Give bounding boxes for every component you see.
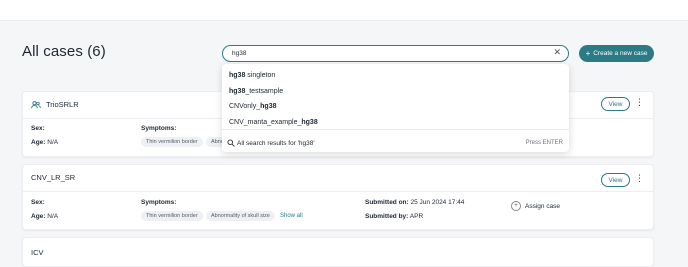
press-enter-hint: Press ENTER	[525, 140, 563, 146]
case-name: CNV_LR_SR	[31, 173, 76, 182]
case-name: TrioSRLR	[46, 100, 79, 109]
create-case-button[interactable]: + Create a new case	[579, 45, 654, 62]
dropdown-divider	[222, 129, 569, 130]
search-suggestion[interactable]: CNV_manta_example_hg38	[229, 119, 318, 126]
case-name: ICV	[31, 248, 44, 257]
case-card: CNV_LR_SR View ⋮ Sex: Age: N/A Symptoms:…	[22, 164, 654, 230]
search-input-value: hg38	[232, 50, 247, 57]
search-icon	[227, 139, 235, 147]
view-button[interactable]: View	[601, 97, 630, 111]
sex-label: Sex:	[31, 125, 45, 132]
search-dropdown: hg38 singleton hg38_testsample CNVonly_h…	[222, 64, 569, 152]
symptom-chip: Thin vermilion border	[141, 211, 203, 221]
close-icon[interactable]: ✕	[553, 48, 561, 57]
case-title[interactable]: CNV_LR_SR	[31, 173, 75, 182]
age-field: Age: N/A	[31, 213, 59, 220]
symptom-chip: Abnormality of skull size	[206, 211, 275, 221]
more-options-icon[interactable]: ⋮	[635, 174, 644, 183]
more-options-icon[interactable]: ⋮	[635, 98, 644, 107]
symptom-chip: Thin vermilion border	[141, 137, 203, 147]
all-results-label: All search results for 'hg38'	[237, 139, 315, 147]
symptoms-label: Symptoms:	[141, 199, 177, 206]
show-all-link[interactable]: Show all	[280, 213, 303, 219]
search-input[interactable]: hg38 ✕	[222, 45, 569, 62]
user-plus-icon: +	[511, 201, 521, 211]
all-results-link[interactable]: All search results for 'hg38'	[227, 139, 315, 147]
submitted-on: Submitted on: 25 Jun 2024 17:44	[365, 199, 465, 206]
card-divider	[23, 191, 653, 192]
age-field: Age: N/A	[31, 139, 59, 146]
group-icon	[31, 100, 41, 108]
search-suggestion[interactable]: CNVonly_hg38	[229, 103, 276, 110]
page-title: All cases (6)	[22, 43, 106, 60]
case-title[interactable]: TrioSRLR	[31, 100, 79, 109]
assign-case-label: Assign case	[525, 202, 561, 210]
plus-icon: +	[585, 48, 591, 58]
search-suggestion[interactable]: hg38 singleton	[229, 72, 275, 79]
sex-label: Sex:	[31, 199, 45, 206]
create-case-label: Create a new case	[593, 50, 648, 57]
symptoms-label: Symptoms:	[141, 125, 177, 132]
top-bar	[0, 0, 688, 21]
search-suggestion[interactable]: hg38_testsample	[229, 88, 283, 95]
case-title[interactable]: ICV	[31, 248, 44, 257]
case-card: ICV	[22, 237, 654, 267]
submitted-by: Submitted by: APR	[365, 213, 424, 220]
assign-case-button[interactable]: + Assign case	[511, 201, 560, 211]
view-button[interactable]: View	[601, 173, 630, 187]
